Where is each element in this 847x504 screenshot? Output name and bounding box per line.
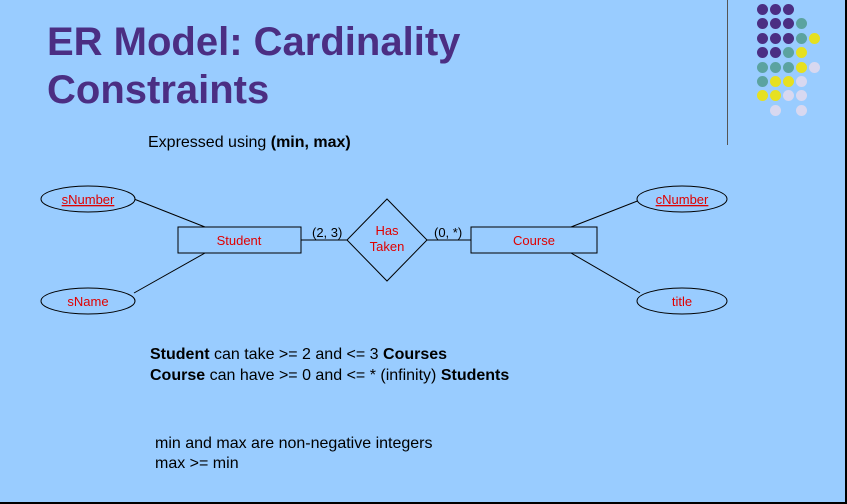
cardinality-student: (2, 3)	[312, 225, 342, 240]
entity-student-label: Student	[217, 233, 262, 248]
statement-2-bold-1: Course	[150, 367, 206, 384]
attribute-snumber-label: sNumber	[62, 192, 115, 207]
edge-snumber-student	[133, 198, 206, 228]
attribute-cnumber-label: cNumber	[656, 192, 709, 207]
cardinality-course: (0, *)	[434, 225, 462, 240]
slide: ER Model: Cardinality Constraints Expres…	[0, 0, 847, 504]
statement-2-bold-2: Students	[440, 367, 510, 384]
note-line-2: max >= min	[155, 455, 239, 472]
note-line-1: min and max are non-negative integers	[155, 435, 433, 452]
entity-course-label: Course	[513, 233, 555, 248]
relationship-label-line2: Taken	[370, 239, 405, 254]
edge-course-title	[570, 252, 641, 294]
edge-course-cnumber	[570, 199, 641, 228]
statement-1-bold-1: Student	[150, 346, 210, 363]
statement-1-text: can take >= 2 and <= 3	[209, 346, 384, 363]
statement-line-2: Course can have >= 0 and <= * (infinity)…	[150, 366, 509, 386]
er-diagram: Student Course Has Taken sNumber sName c…	[40, 185, 728, 315]
statement-2-text: can have >= 0 and <= * (infinity)	[205, 367, 441, 384]
attribute-title-label: title	[672, 294, 692, 309]
statement-1-bold-2: Courses	[383, 346, 448, 363]
statement-line-1: Student can take >= 2 and <= 3 Courses	[150, 345, 447, 365]
attribute-sname-label: sName	[67, 294, 108, 309]
relationship-label-line1: Has	[375, 223, 399, 238]
edge-sname-student	[133, 252, 206, 294]
